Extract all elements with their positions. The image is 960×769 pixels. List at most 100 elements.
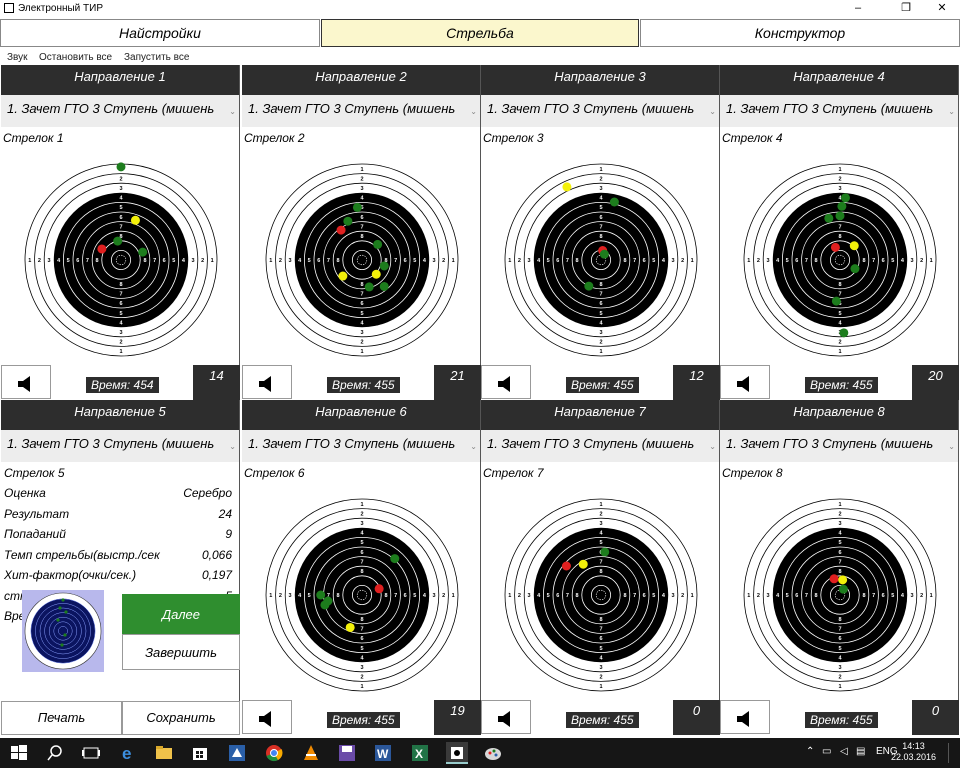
stat-value: 24 [218, 506, 232, 521]
lane-panel-4: Направление 4 1. Зачет ГТО 3 Ступень (миш… [720, 65, 959, 400]
ring-number: 3 [671, 258, 674, 264]
ring-number: 2 [360, 340, 363, 346]
ring-number: 7 [599, 224, 602, 230]
search-icon[interactable] [44, 742, 66, 764]
menu-start-all[interactable]: Запустить все [124, 52, 189, 63]
timer-bar: Время: 455 [531, 700, 673, 735]
exercise-dropdown[interactable]: 1. Зачет ГТО 3 Ступень (мишень ⌄ [1, 430, 239, 462]
sound-button[interactable] [1, 365, 51, 399]
sound-button[interactable] [720, 700, 770, 734]
ring-number: 2 [757, 593, 760, 599]
chrome-icon[interactable] [263, 742, 285, 764]
ring-number: 5 [172, 258, 175, 264]
ring-number: 8 [599, 617, 602, 623]
vlc-icon[interactable] [300, 742, 322, 764]
ring-number: 2 [360, 675, 363, 681]
ring-number: 6 [882, 258, 885, 264]
app-shortcut-icon[interactable] [226, 742, 248, 764]
ring-number: 6 [119, 215, 122, 221]
exercise-dropdown[interactable]: 1. Зачет ГТО 3 Ступень (мишень ⌄ [242, 95, 480, 127]
stat-label: Темп стрельбы(выстр./сек [4, 547, 160, 562]
menu-stop-all[interactable]: Остановить все [39, 52, 112, 63]
shooter-name: Стрелок 4 [722, 131, 783, 145]
ring-number: 2 [201, 258, 204, 264]
tab-constructor[interactable]: Конструктор [640, 19, 960, 47]
chevron-down-icon: ⌄ [229, 107, 236, 116]
ring-number: 1 [599, 684, 602, 690]
finish-button[interactable]: Завершить [122, 634, 240, 670]
ring-number: 2 [360, 176, 363, 182]
ring-number: 8 [838, 234, 841, 240]
ring-number: 8 [623, 258, 626, 264]
exercise-label: 1. Зачет ГТО 3 Ступень (мишень [726, 436, 934, 451]
exercise-dropdown[interactable]: 1. Зачет ГТО 3 Ступень (мишень ⌄ [242, 430, 480, 462]
paint-icon[interactable] [482, 742, 504, 764]
shot-hit [116, 162, 126, 172]
tab-shooting[interactable]: Стрельба [321, 19, 639, 47]
ring-number: 1 [747, 593, 750, 599]
tray-chevron-icon[interactable]: ⌃ [806, 746, 814, 757]
ring-number: 3 [527, 593, 530, 599]
start-icon[interactable] [8, 742, 30, 764]
volume-icon[interactable]: ◁ [840, 746, 848, 757]
menu-sound[interactable]: Звук [7, 52, 28, 63]
network-icon[interactable]: ▭ [822, 746, 831, 757]
target-ring [591, 585, 612, 606]
sound-button[interactable] [242, 365, 292, 399]
exercise-dropdown[interactable]: 1. Зачет ГТО 3 Ступень (мишень ⌄ [481, 430, 719, 462]
minimize-icon[interactable]: – [843, 0, 873, 18]
taskbar: e W X ⌃ ▭ ◁ ▤ ENG 14:13 22.03.2016 [0, 738, 960, 768]
ring-number: 8 [336, 258, 339, 264]
save-disk-icon[interactable] [336, 742, 358, 764]
sound-button[interactable] [481, 700, 531, 734]
save-button[interactable]: Сохранить [122, 701, 240, 735]
ring-number: 8 [814, 258, 817, 264]
ring-number: 6 [360, 550, 363, 556]
shot-hit [138, 247, 148, 257]
sound-button[interactable] [720, 365, 770, 399]
ring-number: 7 [119, 292, 122, 298]
ring-number: 6 [317, 258, 320, 264]
explorer-icon[interactable] [153, 742, 175, 764]
shot-hit [343, 216, 353, 226]
show-desktop-button[interactable] [948, 743, 956, 763]
task-view-icon[interactable] [80, 742, 102, 764]
stat-row: Попаданий 9 [4, 527, 232, 547]
edge-icon[interactable]: e [118, 742, 140, 764]
sound-button[interactable] [242, 700, 292, 734]
chevron-down-icon: ⌄ [470, 107, 477, 116]
lane-header: Направление 1 [1, 65, 239, 95]
maximize-icon[interactable]: ❐ [891, 0, 921, 18]
exercise-dropdown[interactable]: 1. Зачет ГТО 3 Ступень (мишень ⌄ [720, 430, 958, 462]
ring-number: 3 [910, 593, 913, 599]
close-icon[interactable]: ✕ [927, 0, 957, 18]
shooting-app-icon[interactable] [446, 742, 468, 764]
store-icon[interactable] [189, 742, 211, 764]
ring-number: 1 [452, 258, 455, 264]
ring-number: 3 [360, 521, 363, 527]
ring-number: 2 [279, 258, 282, 264]
print-button[interactable]: Печать [1, 701, 122, 735]
clock[interactable]: 14:13 22.03.2016 [891, 741, 936, 763]
stat-value: 9 [225, 527, 232, 541]
ring-number: 1 [508, 593, 511, 599]
stat-value: 0,066 [201, 547, 232, 562]
ring-number: 8 [95, 258, 98, 264]
lane-panel-2: Направление 2 1. Зачет ГТО 3 Ступень (миш… [242, 65, 481, 400]
chevron-down-icon: ⌄ [948, 107, 955, 116]
exercise-dropdown[interactable]: 1. Зачет ГТО 3 Ступень (мишень ⌄ [481, 95, 719, 127]
ring-number: 1 [691, 593, 694, 599]
ring-number: 8 [360, 234, 363, 240]
ring-number: 6 [360, 215, 363, 221]
excel-icon[interactable]: X [409, 742, 431, 764]
ring-number: 5 [67, 258, 70, 264]
exercise-dropdown[interactable]: 1. Зачет ГТО 3 Ступень (мишень ⌄ [1, 95, 239, 127]
sound-button[interactable] [481, 365, 531, 399]
exercise-label: 1. Зачет ГТО 3 Ступень (мишень [248, 436, 456, 451]
word-icon[interactable]: W [372, 742, 394, 764]
exercise-dropdown[interactable]: 1. Зачет ГТО 3 Ступень (мишень ⌄ [720, 95, 958, 127]
notifications-icon[interactable]: ▤ [856, 746, 865, 757]
tab-settings[interactable]: Найстройки [0, 19, 320, 47]
ring-number: 7 [838, 559, 841, 565]
next-button[interactable]: Далее [122, 594, 240, 634]
